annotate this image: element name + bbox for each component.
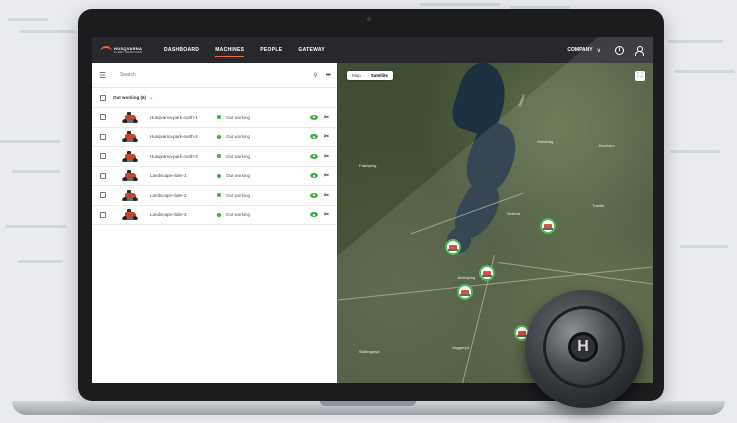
place-label: Eksjö [599, 315, 609, 320]
cut-icon[interactable]: ✂ [324, 153, 329, 160]
status-dot [217, 193, 221, 198]
mower-thumbnail [121, 208, 139, 221]
crown-icon [100, 46, 112, 54]
machine-list-panel: ☰ ⚲ ••• Out working (6) ⌄ Husqvarna-park… [92, 63, 337, 383]
chevron-down-icon[interactable]: ∨ [597, 47, 601, 54]
machine-name[interactable]: Husqvarna-park-north-2 [150, 134, 217, 139]
map-toggle-map[interactable]: Map [347, 71, 366, 80]
brand-logo[interactable]: HUSQVARNA FLEET SERVICES [100, 46, 150, 54]
top-nav: HUSQVARNA FLEET SERVICES DASHBOARD MACHI… [92, 37, 653, 63]
nav-gateway[interactable]: GATEWAY [298, 37, 325, 63]
machine-pin[interactable] [540, 218, 556, 234]
search-input[interactable] [120, 72, 314, 78]
status-dot [217, 154, 221, 159]
machine-status: Out working [226, 173, 251, 179]
status-dot [217, 115, 221, 120]
cut-icon[interactable]: ✂ [324, 133, 329, 140]
status-dot [217, 134, 221, 139]
machine-pin[interactable] [479, 265, 495, 281]
machine-name[interactable]: Husqvarna-park-north-3 [150, 154, 217, 159]
status-dot [217, 212, 221, 217]
map-type-toggle: Map Satellite [347, 71, 394, 80]
row-checkbox[interactable] [100, 133, 106, 140]
search-bar: ☰ ⚲ ••• [92, 63, 337, 88]
mower-thumbnail [121, 130, 139, 143]
machine-pin[interactable] [514, 325, 530, 341]
fullscreen-icon[interactable]: ⛶ [635, 71, 645, 81]
status-dot [217, 173, 221, 178]
user-icon[interactable] [634, 45, 644, 56]
filter-icon[interactable]: ☰ [99, 71, 108, 80]
nav-links: DASHBOARD MACHINES PEOPLE GATEWAY [164, 37, 341, 63]
row-checkbox[interactable] [100, 192, 106, 199]
place-label: Nässjö [537, 319, 550, 324]
machine-row[interactable]: Husqvarna-park-north-3 Out working ✂ [92, 147, 337, 167]
nav-dashboard[interactable]: DASHBOARD [164, 37, 199, 63]
map-view[interactable]: Vättern Falköping Gränna Tranås Jönköpin… [337, 63, 653, 383]
machine-row[interactable]: Landscape-rider-2 Out working ✂ [92, 186, 337, 206]
mower-thumbnail [121, 111, 139, 124]
machine-status: Out working [226, 134, 251, 140]
machine-pin[interactable] [457, 284, 473, 300]
place-label: Vaggeryd [452, 345, 469, 350]
eye-icon[interactable] [309, 153, 318, 159]
row-checkbox[interactable] [100, 114, 106, 121]
mower-thumbnail [121, 169, 139, 182]
eye-icon[interactable] [309, 134, 318, 140]
eye-icon[interactable] [309, 192, 318, 198]
place-label: Skillingaryd [359, 349, 380, 354]
row-checkbox[interactable] [100, 172, 106, 179]
row-checkbox[interactable] [100, 153, 106, 160]
place-label: Tranås [592, 203, 605, 208]
search-icon[interactable]: ⚲ [313, 72, 317, 79]
machine-row[interactable]: Husqvarna-park-north-1 Out working ✂ [92, 108, 337, 128]
machine-name[interactable]: Landscape-rider-3 [150, 212, 217, 217]
place-label: Gränna [507, 211, 521, 216]
eye-icon[interactable] [309, 212, 318, 218]
machine-status: Out working [226, 114, 251, 120]
place-label: Ödeshög [537, 139, 554, 144]
row-checkbox[interactable] [100, 211, 106, 218]
more-icon[interactable]: ••• [326, 72, 331, 79]
machine-status: Out working [226, 212, 251, 218]
base-notch [320, 401, 416, 406]
machine-pin[interactable] [574, 295, 590, 311]
machine-status: Out working [226, 192, 251, 198]
mower-thumbnail [121, 189, 139, 202]
place-label: Jönköping [457, 275, 476, 280]
info-icon[interactable]: i [615, 45, 624, 55]
group-label: Out working (6) [113, 95, 146, 100]
group-header[interactable]: Out working (6) ⌄ [92, 88, 337, 108]
nav-machines[interactable]: MACHINES [215, 37, 245, 63]
place-label: Vättern [516, 93, 527, 108]
cut-icon[interactable]: ✂ [324, 211, 329, 218]
machine-name[interactable]: Husqvarna-park-north-1 [150, 115, 217, 120]
company-selector[interactable]: COMPANY [567, 47, 592, 53]
nav-people[interactable]: PEOPLE [260, 37, 282, 63]
eye-icon[interactable] [309, 173, 318, 179]
machine-status: Out working [226, 153, 251, 159]
cut-icon[interactable]: ✂ [324, 114, 329, 121]
machine-pin[interactable] [445, 239, 461, 255]
cut-icon[interactable]: ✂ [324, 192, 329, 199]
eye-icon[interactable] [309, 114, 318, 120]
machine-row[interactable]: Landscape-rider-1 Out working ✂ [92, 167, 337, 186]
group-checkbox[interactable] [100, 94, 106, 101]
place-label: Falköping [359, 163, 377, 168]
chevron-down-icon[interactable]: ⌄ [149, 95, 153, 101]
mower-thumbnail [121, 150, 139, 163]
machine-name[interactable]: Landscape-rider-1 [150, 173, 217, 178]
machine-row[interactable]: Husqvarna-park-north-2 Out working ✂ [92, 128, 337, 147]
machine-name[interactable]: Landscape-rider-2 [150, 193, 217, 198]
place-label: Boxholm [599, 143, 615, 148]
cut-icon[interactable]: ✂ [324, 172, 329, 179]
map-toggle-satellite[interactable]: Satellite [366, 71, 393, 80]
laptop-base [12, 401, 725, 415]
app-screen: HUSQVARNA FLEET SERVICES DASHBOARD MACHI… [92, 37, 653, 383]
machine-row[interactable]: Landscape-rider-3 Out working ✂ [92, 206, 337, 225]
brand-subtitle: FLEET SERVICES [114, 49, 143, 54]
camera [367, 17, 371, 21]
